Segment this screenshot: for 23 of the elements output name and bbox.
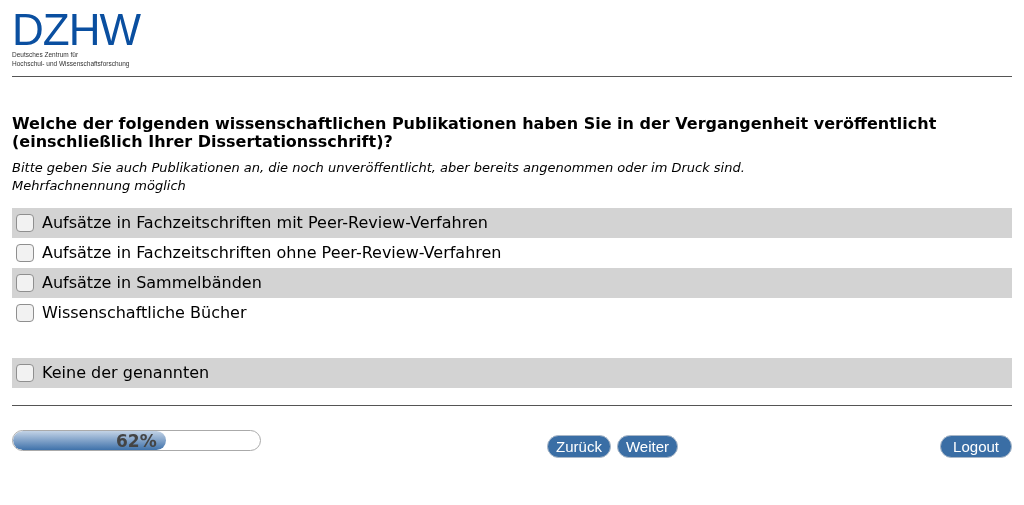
answer-option[interactable]: Aufsätze in Fachzeitschriften mit Peer-Review-Verfahren <box>12 208 1012 238</box>
checkbox[interactable] <box>16 364 34 382</box>
answer-option[interactable]: Keine der genannten <box>12 358 1012 388</box>
answer-option[interactable]: Wissenschaftliche Bücher <box>12 298 1012 328</box>
checkbox[interactable] <box>16 244 34 262</box>
logout-button[interactable]: Logout <box>940 435 1012 458</box>
option-label: Aufsätze in Sammelbänden <box>42 272 262 294</box>
checkbox[interactable] <box>16 214 34 232</box>
progress-reading: 62% <box>116 431 157 450</box>
checkbox[interactable] <box>16 304 34 322</box>
question-instruction: Bitte geben Sie auch Publikationen an, die noch unveröffentlicht, aber bereits angenommen oder im Druck sind. <box>12 159 746 177</box>
answer-option[interactable]: Aufsätze in Sammelbänden <box>12 268 1012 298</box>
option-label: Wissenschaftliche Bücher <box>42 302 247 324</box>
back-button[interactable]: Zurück <box>547 435 611 458</box>
logo-wordmark: DZHW <box>12 10 140 50</box>
answer-option[interactable]: Aufsätze in Fachzeitschriften ohne Peer-Review-Verfahren <box>12 238 1012 268</box>
option-label: Keine der genannten <box>42 362 210 384</box>
option-label: Aufsätze in Fachzeitschriften mit Peer-Review-Verfahren <box>42 212 488 234</box>
option-label: Aufsätze in Fachzeitschriften ohne Peer-Review-Verfahren <box>42 242 502 264</box>
question-instruction: Mehrfachnennung möglich <box>12 177 187 195</box>
checkbox[interactable] <box>16 274 34 292</box>
question-title: Welche der folgenden wissenschaftlichen Publikationen haben Sie in der Vergangenheit veröffentlicht (einschließlich Ihrer Dissertationsschrift)? <box>12 115 938 151</box>
next-button[interactable]: Weiter <box>616 435 678 458</box>
